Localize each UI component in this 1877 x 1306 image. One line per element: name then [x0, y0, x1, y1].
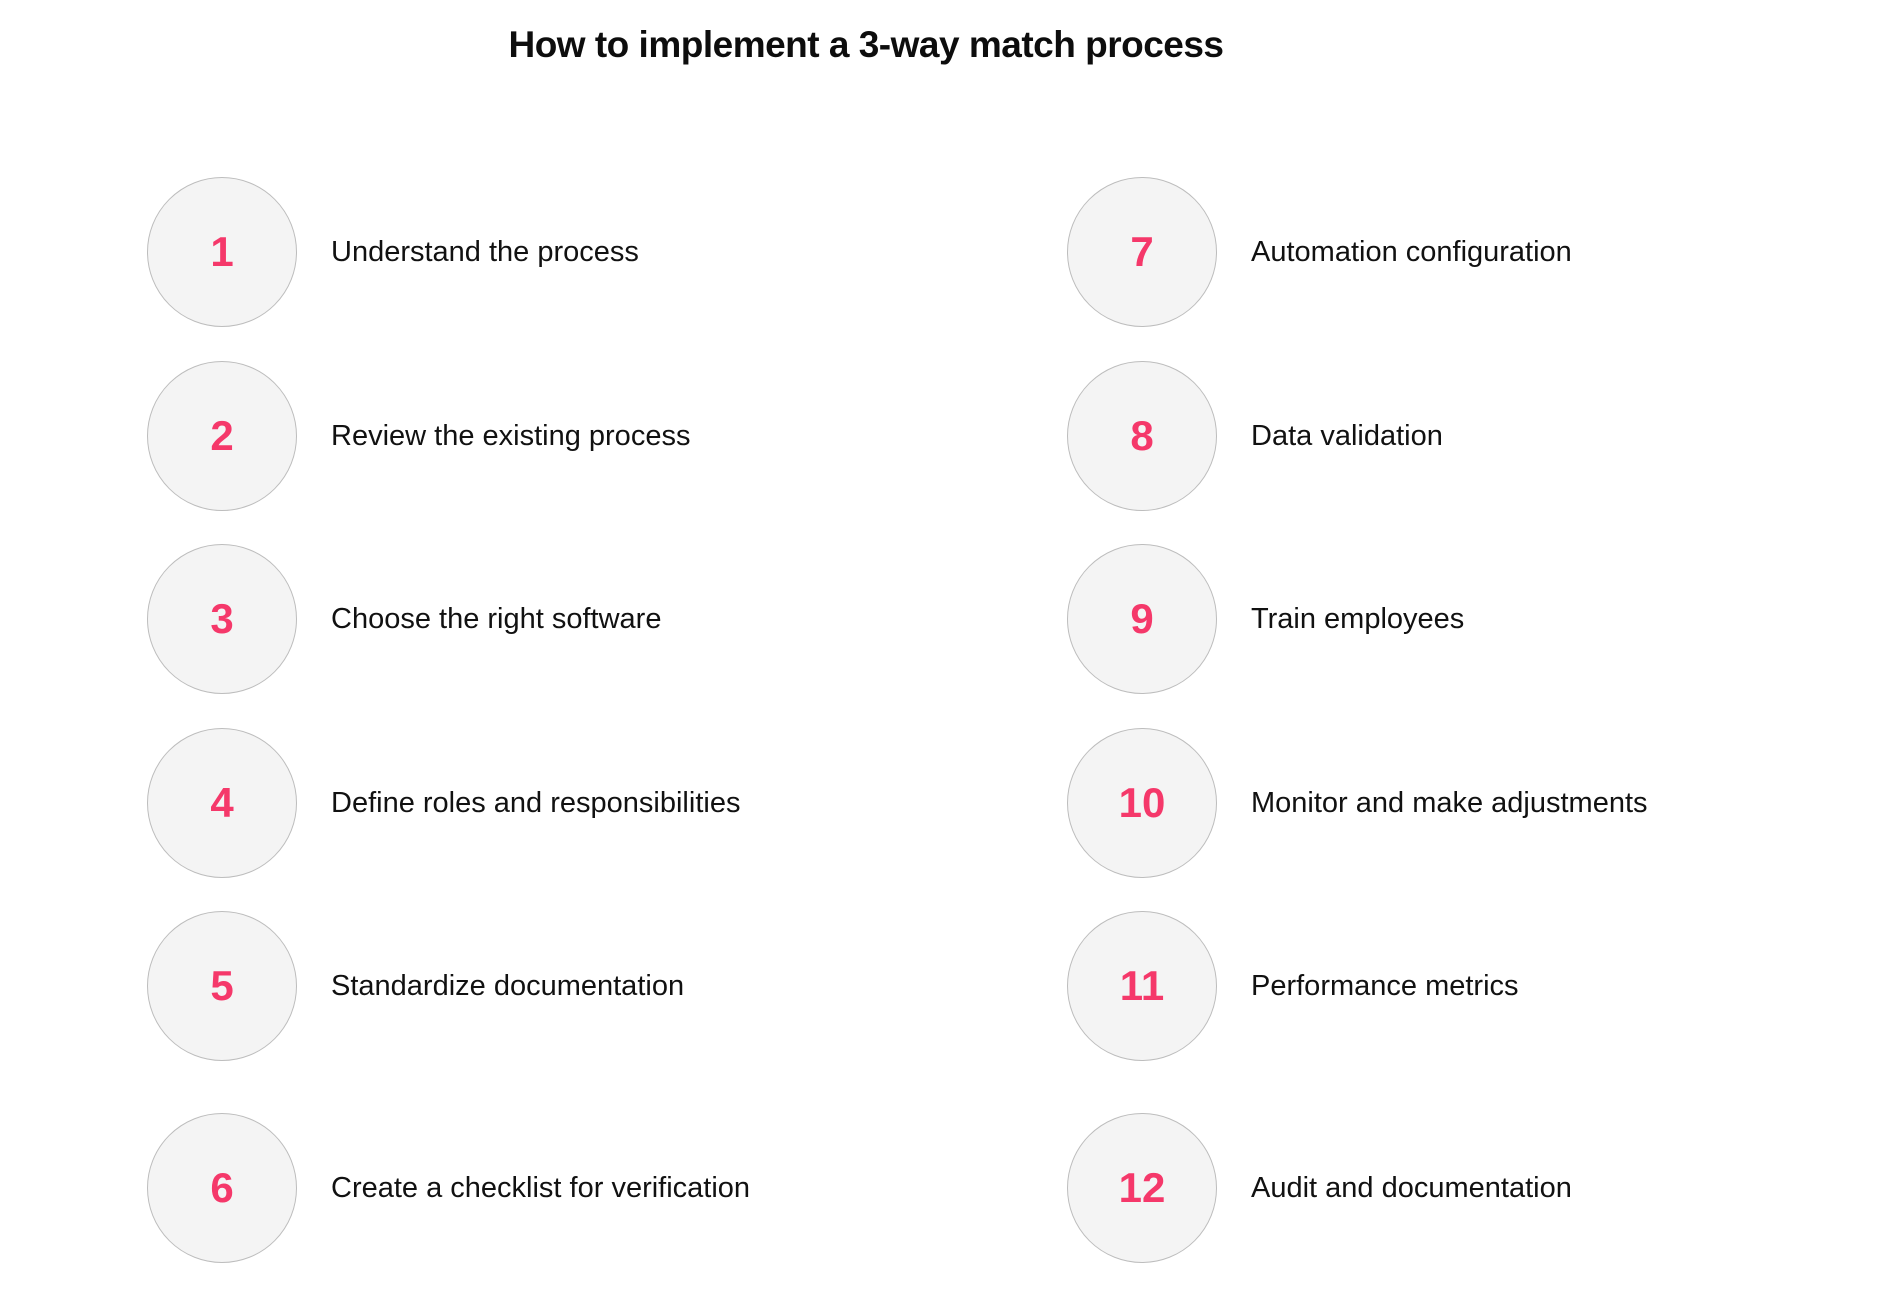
step-number: 1 — [210, 228, 234, 275]
step-label: Monitor and make adjustments — [1251, 786, 1648, 819]
step-number-circle: 2 — [147, 361, 297, 511]
step-number-circle: 6 — [147, 1113, 297, 1263]
step-number: 7 — [1130, 228, 1154, 275]
step-number: 11 — [1119, 962, 1165, 1009]
step-label: Automation configuration — [1251, 235, 1572, 268]
step-number-circle: 1 — [147, 177, 297, 327]
step-label: Performance metrics — [1251, 969, 1519, 1002]
step-number-circle: 8 — [1067, 361, 1217, 511]
step-item: 10 Monitor and make adjustments — [1067, 727, 1648, 879]
step-item: 8 Data validation — [1067, 360, 1443, 512]
step-label: Create a checklist for verification — [331, 1171, 751, 1204]
step-number-circle: 11 — [1067, 911, 1217, 1061]
step-label: Audit and documentation — [1251, 1171, 1572, 1204]
step-item: 9 Train employees — [1067, 543, 1464, 695]
step-label: Choose the right software — [331, 602, 662, 635]
step-item: 6 Create a checklist for verification — [147, 1112, 750, 1264]
step-label: Understand the process — [331, 235, 639, 268]
step-item: 3 Choose the right software — [147, 543, 661, 695]
step-number: 4 — [210, 779, 234, 826]
step-number-circle: 5 — [147, 911, 297, 1061]
page-title: How to implement a 3-way match process — [508, 24, 1224, 65]
step-number: 2 — [210, 412, 234, 459]
step-label: Standardize documentation — [331, 969, 685, 1002]
step-label: Define roles and responsibilities — [331, 786, 741, 819]
step-number: 6 — [210, 1164, 234, 1211]
step-item: 1 Understand the process — [147, 176, 639, 328]
step-number-circle: 7 — [1067, 177, 1217, 327]
step-number-circle: 10 — [1067, 728, 1217, 878]
step-item: 4 Define roles and responsibilities — [147, 727, 740, 879]
step-number-circle: 3 — [147, 544, 297, 694]
step-label: Train employees — [1251, 602, 1465, 635]
step-number: 3 — [210, 595, 234, 642]
step-item: 12 Audit and documentation — [1067, 1112, 1572, 1264]
step-number-circle: 9 — [1067, 544, 1217, 694]
step-item: 5 Standardize documentation — [147, 910, 684, 1062]
step-number: 5 — [210, 962, 234, 1009]
step-number-circle: 12 — [1067, 1113, 1217, 1263]
step-item: 7 Automation configuration — [1067, 176, 1572, 328]
step-number: 10 — [1118, 779, 1166, 826]
step-label: Data validation — [1251, 419, 1443, 452]
step-label: Review the existing process — [331, 419, 691, 452]
step-item: 2 Review the existing process — [147, 360, 690, 512]
step-number: 9 — [1130, 595, 1154, 642]
step-number-circle: 4 — [147, 728, 297, 878]
step-number: 8 — [1130, 412, 1154, 459]
step-item: 11 Performance metrics — [1067, 910, 1519, 1062]
step-number: 12 — [1118, 1164, 1166, 1211]
